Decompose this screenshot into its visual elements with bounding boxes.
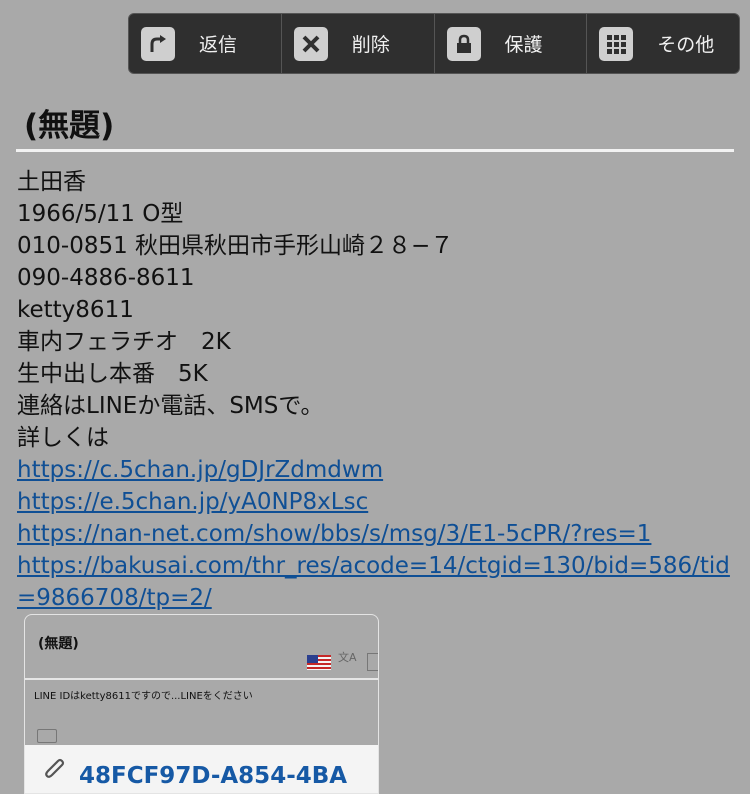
document-icon [367, 653, 378, 671]
body-line: 連絡はLINEか電話、SMSで。 [17, 393, 324, 419]
body-line: 土田香 [17, 169, 86, 195]
preview-body: LINE IDはketty8611ですので...LINEをください [34, 691, 253, 702]
protect-button[interactable]: 保護 [435, 14, 588, 73]
attachment-name: 48FCF97D-A854-4BA [79, 763, 348, 789]
body-line: 車内フェラチオ 2K [17, 329, 231, 355]
body-line: 詳しくは [17, 425, 109, 451]
link-4[interactable]: https://bakusai.com/thr_res/acode=14/ctg… [17, 553, 730, 579]
preview-title: (無題) [38, 636, 79, 652]
more-button[interactable]: その他 [587, 14, 739, 73]
body-line: 1966/5/11 O型 [17, 201, 184, 227]
more-label: その他 [657, 34, 715, 56]
delete-button[interactable]: 削除 [282, 14, 435, 73]
link-1[interactable]: https://c.5chan.jp/gDJrZdmdwm [17, 457, 383, 483]
link-4-continued[interactable]: =9866708/tp=2/ [17, 585, 212, 611]
link-3[interactable]: https://nan-net.com/show/bbs/s/msg/3/E1-… [17, 521, 651, 547]
title-divider [16, 149, 734, 152]
link-2[interactable]: https://e.5chan.jp/yA0NP8xLsc [17, 489, 368, 515]
body-line: 生中出し本番 5K [17, 361, 208, 387]
message-toolbar: 返信 削除 保護 その他 [128, 13, 740, 74]
reply-label: 返信 [199, 34, 238, 56]
translate-icon: 文A [338, 651, 357, 664]
message-body: 土田香 1966/5/11 O型 010-0851 秋田県秋田市手形山崎２８−７… [17, 166, 737, 614]
message-icon [37, 729, 57, 743]
body-line: 010-0851 秋田県秋田市手形山崎２８−７ [17, 233, 454, 259]
close-icon [293, 26, 328, 61]
us-flag-icon [307, 655, 331, 670]
body-line: 090-4886-8611 [17, 265, 195, 291]
reply-button[interactable]: 返信 [129, 14, 282, 73]
message-title: (無題) [24, 108, 115, 144]
delete-label: 削除 [351, 34, 390, 56]
grid-icon [599, 26, 634, 61]
lock-icon [446, 26, 481, 61]
protect-label: 保護 [504, 34, 543, 56]
message-preview-card[interactable]: (無題) 文A LINE IDはketty8611ですので...LINEをくださ… [24, 614, 379, 794]
reply-icon [141, 26, 175, 61]
paperclip-icon [41, 757, 69, 789]
body-line: ketty8611 [17, 297, 134, 323]
attachment-bar[interactable]: 48FCF97D-A854-4BA [25, 745, 378, 793]
preview-divider [25, 678, 378, 680]
